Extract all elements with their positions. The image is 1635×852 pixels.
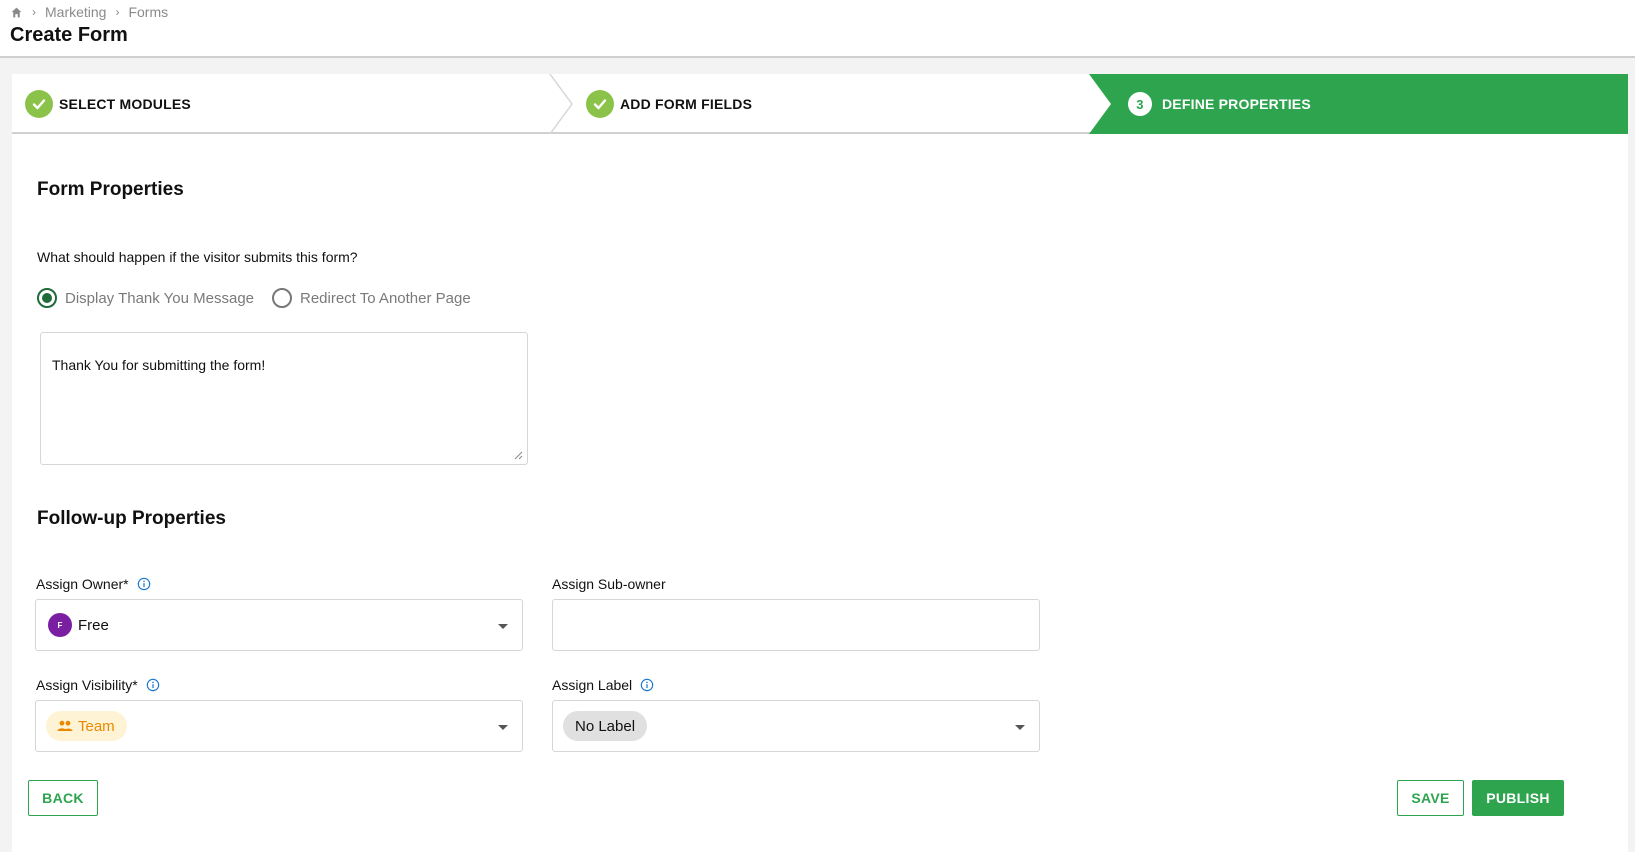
radio-redirect[interactable]: Redirect To Another Page: [272, 288, 471, 308]
assign-subowner-input[interactable]: [552, 599, 1040, 651]
owner-value: Free: [78, 616, 109, 634]
thank-you-message-textarea[interactable]: Thank You for submitting the form!: [40, 332, 528, 465]
assign-owner-select[interactable]: F Free: [35, 599, 523, 651]
step-select-modules[interactable]: SELECT MODULES: [25, 74, 191, 134]
radio-label: Display Thank You Message: [65, 289, 255, 307]
visibility-chip: Team: [46, 711, 127, 741]
visibility-value: Team: [78, 717, 115, 735]
assign-visibility-label: Assign Visibility*: [36, 677, 160, 693]
caret-down-icon[interactable]: [498, 624, 508, 629]
assign-visibility-select[interactable]: Team: [35, 700, 523, 752]
label-chip: No Label: [563, 711, 648, 741]
caret-down-icon[interactable]: [498, 725, 508, 730]
breadcrumb-item-forms[interactable]: Forms: [128, 4, 168, 20]
form-card: SELECT MODULES ADD FORM FIELDS 3 DEFINE …: [12, 74, 1628, 852]
step-define-properties[interactable]: 3 DEFINE PROPERTIES: [1128, 74, 1311, 134]
save-button[interactable]: SAVE: [1397, 780, 1464, 816]
thank-you-message-text: Thank You for submitting the form!: [52, 357, 266, 373]
assign-owner-label-text: Assign Owner*: [36, 576, 129, 592]
step-label: ADD FORM FIELDS: [620, 96, 753, 112]
assign-subowner-label: Assign Sub-owner: [552, 576, 666, 592]
info-icon[interactable]: [146, 678, 160, 692]
radio-unchecked-icon[interactable]: [272, 288, 292, 308]
page-title: Create Form: [10, 24, 128, 46]
radio-display-thank-you[interactable]: Display Thank You Message: [37, 288, 254, 308]
home-icon[interactable]: [10, 6, 23, 19]
avatar: F: [48, 613, 72, 637]
breadcrumb: › Marketing › Forms: [10, 4, 168, 20]
publish-button[interactable]: PUBLISH: [1472, 780, 1564, 816]
caret-down-icon[interactable]: [1015, 725, 1025, 730]
chevron-right-icon: ›: [32, 5, 36, 19]
step-label: DEFINE PROPERTIES: [1162, 96, 1311, 112]
back-button[interactable]: BACK: [28, 780, 98, 816]
resize-handle-icon[interactable]: [513, 450, 523, 460]
radio-label: Redirect To Another Page: [300, 289, 471, 307]
assign-label-label: Assign Label: [552, 677, 654, 693]
step-add-form-fields[interactable]: ADD FORM FIELDS: [586, 74, 752, 134]
submit-question: What should happen if the visitor submit…: [37, 249, 358, 265]
people-icon: [57, 720, 73, 731]
chevron-right-icon: ›: [115, 5, 120, 19]
form-properties-title: Form Properties: [37, 179, 184, 200]
assign-owner-label: Assign Owner*: [36, 576, 151, 592]
step-label: SELECT MODULES: [59, 96, 191, 112]
assign-subowner-label-text: Assign Sub-owner: [552, 576, 666, 592]
step-number: 3: [1128, 92, 1152, 116]
stepper: SELECT MODULES ADD FORM FIELDS 3 DEFINE …: [12, 74, 1628, 134]
page-header: › Marketing › Forms Create Form: [0, 0, 1635, 58]
assign-label-label-text: Assign Label: [552, 677, 633, 693]
assign-label-select[interactable]: No Label: [552, 700, 1040, 752]
assign-visibility-label-text: Assign Visibility*: [36, 677, 138, 693]
followup-properties-title: Follow-up Properties: [37, 508, 226, 529]
check-icon: [586, 90, 614, 118]
radio-checked-icon[interactable]: [37, 288, 57, 308]
stepper-background: [12, 74, 1628, 134]
info-icon[interactable]: [640, 678, 654, 692]
check-icon: [25, 90, 53, 118]
info-icon[interactable]: [137, 577, 151, 591]
breadcrumb-item-marketing[interactable]: Marketing: [45, 4, 106, 20]
